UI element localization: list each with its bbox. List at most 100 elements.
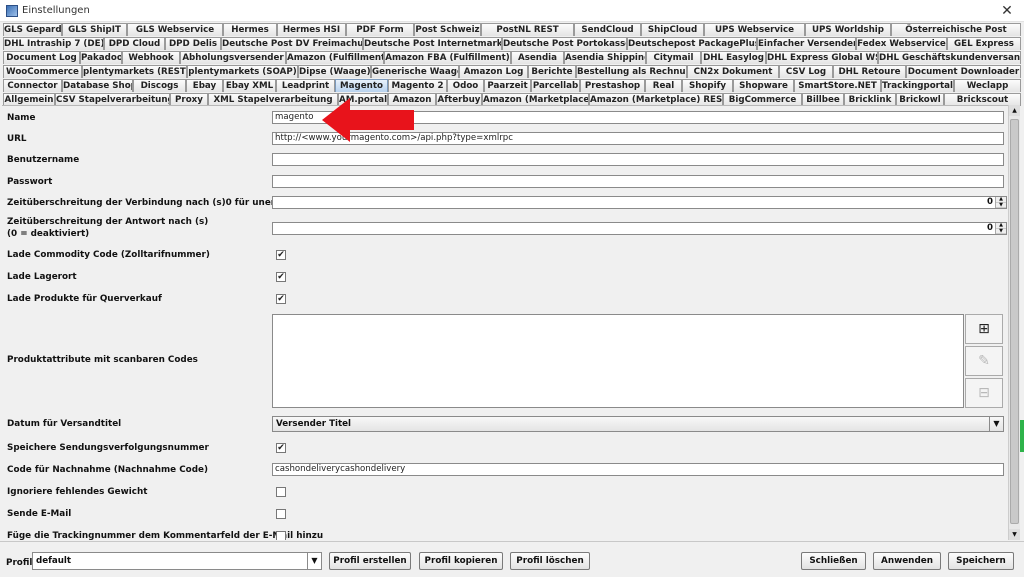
tab-shopify[interactable]: Shopify [682, 79, 733, 92]
username-label: Benutzername [7, 155, 80, 165]
tab-ups-worldship[interactable]: UPS Worldship [805, 23, 891, 36]
scrollbar-thumb[interactable] [1010, 119, 1019, 524]
tab-dhl-intraship-7-de[interactable]: DHL Intraship 7 (DE) [3, 37, 104, 50]
tab-ups-webservice[interactable]: UPS Webservice [704, 23, 805, 36]
tab-dhl-easylog[interactable]: DHL Easylog [701, 51, 766, 64]
tab-leadprint[interactable]: Leadprint [276, 79, 335, 92]
tracking-save-checkbox[interactable]: ✔ [276, 443, 286, 453]
tab-document-downloader[interactable]: Document Downloader [906, 65, 1021, 78]
tab-generische-waage[interactable]: Generische Waage [371, 65, 459, 78]
querverkauf-checkbox[interactable]: ✔ [276, 294, 286, 304]
tab-dhl-express-global-ws[interactable]: DHL Express Global WS [766, 51, 878, 64]
tab-asendia[interactable]: Asendia [511, 51, 564, 64]
tab-pakadoo[interactable]: Pakadoo [80, 51, 122, 64]
tab-bestellung-als-rechnung[interactable]: Bestellung als Rechnung [576, 65, 687, 78]
tab-dhl-retoure[interactable]: DHL Retoure [833, 65, 906, 78]
username-input[interactable] [272, 153, 1004, 166]
tab-ebay-xml[interactable]: Ebay XML [223, 79, 276, 92]
tab-ebay[interactable]: Ebay [186, 79, 223, 92]
tab-shopware[interactable]: Shopware [733, 79, 794, 92]
tab-sendcloud[interactable]: SendCloud [574, 23, 641, 36]
tab-deutsche-post-internetmarke[interactable]: Deutsche Post Internetmarke [363, 37, 502, 50]
tab-deutsche-post-portokasse[interactable]: Deutsche Post Portokasse [502, 37, 627, 50]
remove-icon[interactable]: ⊟ [965, 378, 1003, 408]
tab-plentymarkets-soap[interactable]: plentymarkets (SOAP) [187, 65, 298, 78]
tab-deutsche-post-dv-freimachung[interactable]: Deutsche Post DV Freimachung [221, 37, 363, 50]
add-icon[interactable]: ⊞ [965, 314, 1003, 344]
spin-down-icon[interactable]: ▼ [996, 228, 1006, 234]
tab-gls-gepard[interactable]: GLS Gepard [3, 23, 62, 36]
tab-paarzeit[interactable]: Paarzeit [484, 79, 531, 92]
close-button[interactable]: Schließen [801, 552, 866, 570]
tab-dhl-geschäftskundenversand[interactable]: DHL Geschäftskundenversand [878, 51, 1021, 64]
tab-prestashop[interactable]: Prestashop [580, 79, 645, 92]
versandtitel-select[interactable]: Versender Titel ▼ [272, 416, 1004, 432]
tab-dpd-cloud[interactable]: DPD Cloud [104, 37, 165, 50]
ignore-weight-checkbox[interactable] [276, 487, 286, 497]
product-attributes-list[interactable] [272, 314, 964, 408]
tab-csv-log[interactable]: CSV Log [779, 65, 833, 78]
cod-input[interactable]: cashondeliverycashondelivery [272, 463, 1004, 476]
vertical-scrollbar[interactable]: ▲ ▼ [1008, 105, 1020, 540]
tab-deutschepost-packageplus[interactable]: Deutschepost PackagePlus [627, 37, 757, 50]
connection-timeout-spinner[interactable]: 0 ▲ ▼ [272, 196, 1007, 209]
chevron-down-icon[interactable]: ▼ [307, 553, 321, 569]
tab-postnl-rest[interactable]: PostNL REST [481, 23, 574, 36]
save-button[interactable]: Speichern [948, 552, 1014, 570]
tab-dpd-delis[interactable]: DPD Delis [165, 37, 221, 50]
commodity-code-checkbox[interactable]: ✔ [276, 250, 286, 260]
tab-post-schweiz[interactable]: Post Schweiz [414, 23, 481, 36]
tab-webhook[interactable]: Webhook [122, 51, 180, 64]
scroll-down-icon[interactable]: ▼ [1009, 529, 1020, 540]
tab-gls-webservice[interactable]: GLS Webservice [127, 23, 223, 36]
close-icon[interactable]: ✕ [996, 2, 1018, 20]
tab-gel-express[interactable]: GEL Express [947, 37, 1021, 50]
tab-document-log[interactable]: Document Log [3, 51, 80, 64]
tab-amazon-fba-fulfillment[interactable]: Amazon FBA (Fulfillment) [384, 51, 511, 64]
apply-button[interactable]: Anwenden [873, 552, 941, 570]
spin-down-icon[interactable]: ▼ [996, 202, 1006, 208]
tab-discogs[interactable]: Discogs [133, 79, 186, 92]
tab-einfacher-versender[interactable]: Einfacher Versender [757, 37, 856, 50]
tab-berichte[interactable]: Berichte [528, 65, 576, 78]
tab-odoo[interactable]: Odoo [447, 79, 484, 92]
tab-amazon-log[interactable]: Amazon Log [459, 65, 528, 78]
tab-real[interactable]: Real [645, 79, 682, 92]
tab-shipcloud[interactable]: ShipCloud [641, 23, 704, 36]
tab-database-shop[interactable]: Database Shop [62, 79, 133, 92]
tab-trackingportal[interactable]: Trackingportal [881, 79, 954, 92]
tab-parcellab[interactable]: Parcellab [531, 79, 580, 92]
create-profile-button[interactable]: Profil erstellen [329, 552, 411, 570]
tab-citymail[interactable]: Citymail [646, 51, 701, 64]
response-timeout-spinner[interactable]: 0 ▲ ▼ [272, 222, 1007, 235]
tab-pdf-form[interactable]: PDF Form [346, 23, 414, 36]
red-arrow-annotation [322, 98, 414, 142]
tab-cn2x-dokument[interactable]: CN2x Dokument [687, 65, 779, 78]
tab-woocommerce[interactable]: WooCommerce [3, 65, 82, 78]
profil-select[interactable]: default ▼ [32, 552, 322, 570]
tab-magento[interactable]: Magento [335, 79, 388, 92]
lagerort-checkbox[interactable]: ✔ [276, 272, 286, 282]
tracking-comment-checkbox[interactable] [276, 531, 286, 540]
tab-amazon-fulfillment[interactable]: Amazon (Fulfillment) [286, 51, 384, 64]
scroll-up-icon[interactable]: ▲ [1009, 105, 1020, 116]
tab-connector[interactable]: Connector [3, 79, 62, 92]
tab-dipse-waage[interactable]: Dipse (Waage) [298, 65, 371, 78]
tab-abholungsversender[interactable]: Abholungsversender [180, 51, 286, 64]
tab-asendia-shipping[interactable]: Asendia Shipping [564, 51, 646, 64]
delete-profile-button[interactable]: Profil löschen [510, 552, 590, 570]
tab-magento-2[interactable]: Magento 2 [388, 79, 447, 92]
tab-gls-shipit[interactable]: GLS ShipIT [62, 23, 127, 36]
password-input[interactable] [272, 175, 1004, 188]
tab-plentymarkets-rest[interactable]: plentymarkets (REST) [82, 65, 187, 78]
tab-österreichische-post[interactable]: Österreichische Post [891, 23, 1021, 36]
tab-smartstore-net[interactable]: SmartStore.NET [794, 79, 881, 92]
tab-weclapp[interactable]: Weclapp [954, 79, 1021, 92]
tab-hermes[interactable]: Hermes [223, 23, 277, 36]
chevron-down-icon[interactable]: ▼ [989, 417, 1003, 431]
tab-hermes-hsi[interactable]: Hermes HSI [277, 23, 346, 36]
send-email-checkbox[interactable] [276, 509, 286, 519]
copy-profile-button[interactable]: Profil kopieren [419, 552, 503, 570]
tab-fedex-webservice[interactable]: Fedex Webservice [856, 37, 947, 50]
edit-icon[interactable]: ✎ [965, 346, 1003, 376]
